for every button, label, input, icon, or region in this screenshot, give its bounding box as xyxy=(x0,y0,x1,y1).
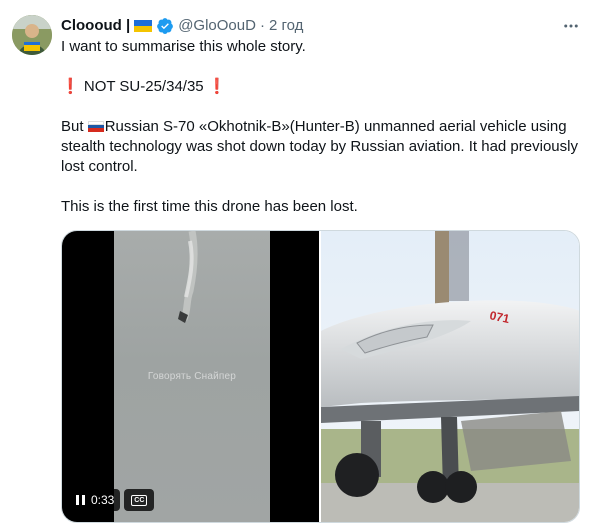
author-name[interactable]: Cloooud | xyxy=(61,16,130,36)
media-grid: Говорять Снайпер 0:33 CC 071 xyxy=(61,230,580,523)
video-elapsed-time: 0:33 xyxy=(91,493,115,507)
pause-icon[interactable] xyxy=(76,495,85,505)
avatar-image xyxy=(12,15,52,55)
avatar[interactable] xyxy=(12,15,52,55)
drone-image: 071 xyxy=(321,231,579,522)
tweet-line-main: But Russian S-70 «Okhotnik-B»(Hunter-B) … xyxy=(61,117,586,177)
verified-badge-icon[interactable] xyxy=(156,17,174,35)
author-handle[interactable]: @GloOouD xyxy=(178,16,256,36)
ukraine-flag-icon xyxy=(134,20,153,32)
tweet-line-not: ❗ NOT SU-25/34/35 ❗ xyxy=(61,77,586,97)
exclamation-icon: ❗ xyxy=(61,78,80,95)
video-watermark: Говорять Снайпер xyxy=(147,371,237,382)
not-text: NOT SU-25/34/35 xyxy=(79,78,208,95)
tweet-text: I want to summarise this whole story. ❗ … xyxy=(61,37,586,217)
drone-photo[interactable]: 071 xyxy=(321,231,579,522)
main-text: Russian S-70 «Okhotnik-B»(Hunter-B) unma… xyxy=(61,118,578,175)
video-controls: 0:33 CC xyxy=(70,489,155,511)
russia-flag-icon xyxy=(87,121,104,132)
tweet-timestamp[interactable]: 2 год xyxy=(269,16,303,36)
main-but: But xyxy=(61,118,88,135)
tweet-line-closing: This is the first time this drone has be… xyxy=(61,198,358,215)
play-pause-control[interactable]: 0:33 xyxy=(70,489,121,511)
closed-captions-icon[interactable]: CC xyxy=(124,489,155,511)
tweet-line-intro: I want to summarise this whole story. xyxy=(61,38,306,55)
tweet-header: Cloooud | @GloOouD · 2 год xyxy=(61,16,303,36)
more-horizontal-icon[interactable] xyxy=(561,16,581,36)
video-player[interactable]: Говорять Снайпер 0:33 CC xyxy=(62,231,319,522)
tweet[interactable]: Cloooud | @GloOouD · 2 год I want to sum… xyxy=(0,0,593,532)
captions-label: CC xyxy=(131,494,148,506)
exclamation-icon: ❗ xyxy=(207,78,227,95)
meta-separator: · xyxy=(259,17,265,34)
